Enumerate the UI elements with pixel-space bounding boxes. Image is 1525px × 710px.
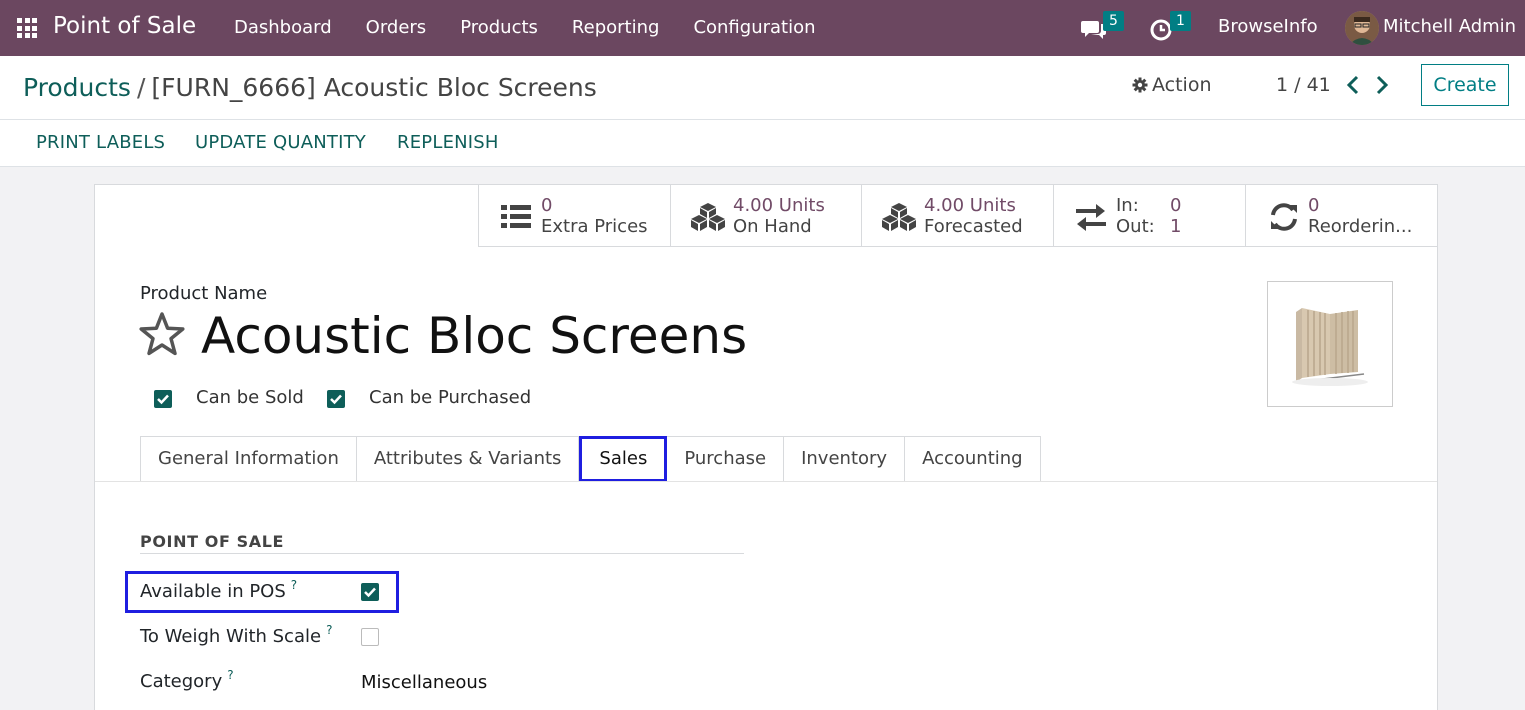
help-tooltip-icon[interactable]: ? <box>227 668 233 682</box>
main-menu: Dashboard Orders Products Reporting Conf… <box>217 0 833 56</box>
to-weigh-text: To Weigh With Scale <box>140 626 322 647</box>
reordering-rules-button[interactable]: 0 Reorderin... <box>1246 185 1437 247</box>
extra-prices-button[interactable]: 0 Extra Prices <box>479 185 671 247</box>
checkmark-icon <box>330 394 342 405</box>
can-be-sold-label: Can be Sold <box>196 387 304 408</box>
replenish-button[interactable]: REPLENISH <box>397 132 499 153</box>
can-be-purchased-checkbox[interactable] <box>327 390 345 408</box>
product-name-field[interactable]: Acoustic Bloc Screens <box>201 307 747 365</box>
cubes-icon <box>882 203 916 231</box>
user-avatar[interactable] <box>1345 11 1379 45</box>
user-name[interactable]: Mitchell Admin <box>1383 16 1516 37</box>
extra-prices-count: 0 <box>541 195 553 216</box>
activities-badge: 1 <box>1170 11 1191 31</box>
extra-prices-label: Extra Prices <box>541 216 648 237</box>
app-name[interactable]: Point of Sale <box>53 13 196 39</box>
available-in-pos-label: Available in POS? <box>140 578 297 602</box>
to-weigh-checkbox[interactable] <box>361 628 379 646</box>
previous-record-chevron-icon[interactable] <box>1344 74 1362 96</box>
create-button[interactable]: Create <box>1421 64 1509 106</box>
company-switcher[interactable]: BrowseInfo <box>1218 16 1318 37</box>
print-labels-button[interactable]: PRINT LABELS <box>36 132 165 153</box>
tab-attributes-variants[interactable]: Attributes & Variants <box>356 436 580 482</box>
reordering-label: Reorderin... <box>1308 216 1413 237</box>
tab-inventory[interactable]: Inventory <box>784 436 906 482</box>
help-tooltip-icon[interactable]: ? <box>326 623 332 637</box>
category-text: Category <box>140 671 223 692</box>
messages-badge: 5 <box>1103 11 1124 31</box>
exchange-arrows-icon <box>1076 204 1106 231</box>
category-field[interactable]: Miscellaneous <box>361 672 487 693</box>
checkmark-icon <box>157 394 169 405</box>
category-label: Category? <box>140 668 234 692</box>
menu-reporting[interactable]: Reporting <box>555 0 677 56</box>
tab-divider <box>95 481 1437 482</box>
control-panel: Products / [FURN_6666] Acoustic Bloc Scree… <box>0 56 1525 120</box>
smart-button-spacer <box>95 185 479 247</box>
favorite-star-icon[interactable] <box>138 311 186 357</box>
forecasted-button[interactable]: 4.00 Units Forecasted <box>862 185 1054 247</box>
available-in-pos-text: Available in POS <box>140 581 286 602</box>
breadcrumb-current: [FURN_6666] Acoustic Bloc Screens <box>151 73 597 102</box>
to-weigh-label: To Weigh With Scale? <box>140 623 332 647</box>
tab-sales[interactable]: Sales <box>579 436 668 482</box>
out-value: 1 <box>1170 216 1182 237</box>
tab-general-information[interactable]: General Information <box>140 436 357 482</box>
tab-accounting[interactable]: Accounting <box>905 436 1041 482</box>
help-tooltip-icon[interactable]: ? <box>291 578 297 592</box>
can-be-purchased-label: Can be Purchased <box>369 387 532 408</box>
pager-value[interactable]: 1 / 41 <box>1276 74 1331 96</box>
menu-orders[interactable]: Orders <box>349 0 444 56</box>
form-action-bar: PRINT LABELS UPDATE QUANTITY REPLENISH <box>0 120 1525 167</box>
list-icon <box>501 205 531 228</box>
out-label: Out: <box>1116 216 1155 237</box>
forecasted-label: Forecasted <box>924 216 1023 237</box>
notebook-tabs: General Information Attributes & Variant… <box>140 436 1041 482</box>
breadcrumb-separator: / <box>136 73 146 102</box>
in-label: In: <box>1116 195 1139 216</box>
can-be-sold-checkbox[interactable] <box>154 390 172 408</box>
point-of-sale-section-title: POINT OF SALE <box>140 532 285 551</box>
update-quantity-button[interactable]: UPDATE QUANTITY <box>195 132 366 153</box>
in-out-moves-button[interactable]: In: 0 Out: 1 <box>1054 185 1246 247</box>
next-record-chevron-icon[interactable] <box>1373 74 1391 96</box>
smart-button-box: 0 Extra Prices 4.00 Units On Hand 4.00 U… <box>95 185 1437 247</box>
menu-products[interactable]: Products <box>443 0 555 56</box>
available-in-pos-checkbox[interactable] <box>361 583 379 601</box>
action-dropdown[interactable]: Action <box>1132 74 1212 96</box>
gear-icon <box>1132 77 1148 93</box>
breadcrumb-products-link[interactable]: Products <box>23 73 131 102</box>
in-value: 0 <box>1170 195 1182 216</box>
tab-purchase[interactable]: Purchase <box>667 436 785 482</box>
cubes-icon <box>691 203 725 231</box>
top-navbar: Point of Sale Dashboard Orders Products … <box>0 0 1525 56</box>
reordering-count: 0 <box>1308 195 1320 216</box>
product-image[interactable] <box>1267 281 1393 407</box>
on-hand-button[interactable]: 4.00 Units On Hand <box>671 185 862 247</box>
section-divider <box>140 553 744 554</box>
breadcrumb: Products / [FURN_6666] Acoustic Bloc Scree… <box>23 73 597 102</box>
on-hand-label: On Hand <box>733 216 812 237</box>
menu-configuration[interactable]: Configuration <box>676 0 832 56</box>
forecasted-quantity: 4.00 Units <box>924 195 1016 216</box>
form-sheet: 0 Extra Prices 4.00 Units On Hand 4.00 U… <box>94 184 1438 710</box>
on-hand-quantity: 4.00 Units <box>733 195 825 216</box>
checkmark-icon <box>364 587 376 598</box>
action-label: Action <box>1152 74 1212 96</box>
product-name-label: Product Name <box>140 283 268 304</box>
menu-dashboard[interactable]: Dashboard <box>217 0 349 56</box>
refresh-icon <box>1271 203 1297 231</box>
apps-menu-icon[interactable] <box>17 18 37 38</box>
